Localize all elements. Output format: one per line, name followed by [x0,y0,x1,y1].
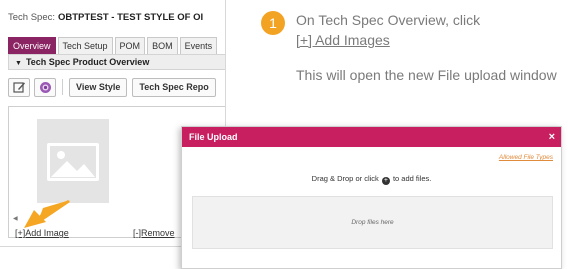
allowed-file-types-link[interactable]: Allowed File Types [499,154,553,161]
file-upload-dialog: File Upload × Allowed File Types Drag & … [181,126,562,269]
drag-text-after: to add files. [392,174,432,183]
caret-down-icon: ▼ [15,60,22,67]
tab-pom[interactable]: POM [114,37,146,54]
add-file-icon[interactable]: + [381,177,390,185]
remove-image-link[interactable]: [-]Remove [133,228,175,238]
section-title: Tech Spec Product Overview [25,57,150,67]
drag-text-before: Drag & Drop or click [311,174,379,183]
step-instruction-prefix: On Tech Spec Overview, click [296,12,481,28]
close-icon[interactable]: × [549,127,555,147]
pointer-arrow-icon [24,200,70,228]
tech-spec-tabs: Overview Tech Setup POM BOM Events [8,37,225,54]
tech-spec-value: OBTPTEST - TEST STYLE OF OI [58,12,204,23]
palette-icon[interactable] [34,77,56,97]
edit-icon[interactable] [8,77,30,97]
view-style-button[interactable]: View Style [69,77,128,97]
dialog-header: File Upload × [182,127,561,147]
tab-events[interactable]: Events [179,37,218,54]
tab-tech-setup[interactable]: Tech Setup [57,37,113,54]
tech-spec-label: Tech Spec: [8,12,55,23]
tech-spec-report-button[interactable]: Tech Spec Repo [132,77,216,97]
step-number-badge: 1 [261,11,285,35]
step-instruction: On Tech Spec Overview, click [+] Add Ima… [296,10,561,50]
dialog-title: File Upload [189,132,238,142]
scroll-left-icon[interactable]: ◀ [13,215,18,222]
tab-bom[interactable]: BOM [147,37,178,54]
drop-zone[interactable]: Drop files here [192,196,553,249]
step-result-text: This will open the new File upload windo… [296,67,557,83]
image-placeholder-icon [37,119,109,203]
toolbar: View Style Tech Spec Repo [8,76,225,98]
section-header[interactable]: ▼ Tech Spec Product Overview [8,54,225,70]
drag-drop-instruction: Drag & Drop or click + to add files. [182,174,561,185]
drop-zone-text: Drop files here [351,219,394,226]
tech-spec-title: Tech Spec: OBTPTEST - TEST STYLE OF OI [8,12,225,23]
tab-overview[interactable]: Overview [8,37,56,54]
step-instruction-link: [+] Add Images [296,32,390,48]
toolbar-divider [62,79,63,95]
